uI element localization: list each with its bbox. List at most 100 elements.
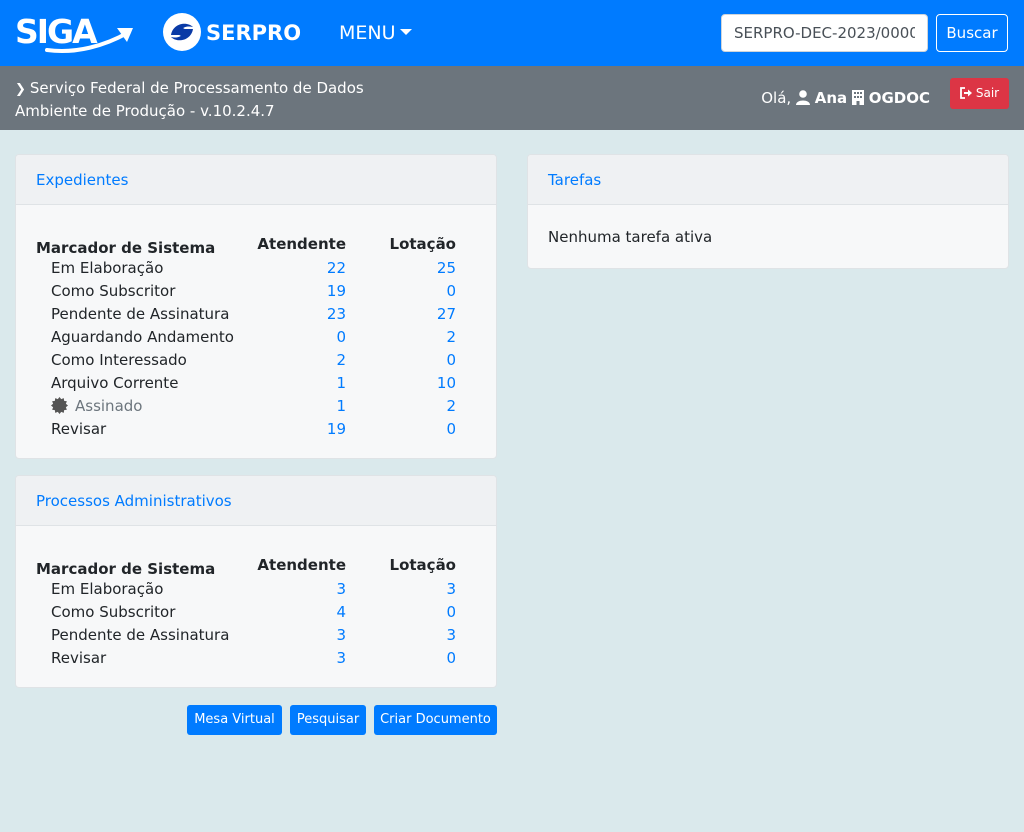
- marcador-label-text: Como Subscritor: [51, 603, 176, 621]
- atendente-count-link[interactable]: 23: [327, 303, 346, 326]
- table-row: Revisar 19 0: [36, 418, 476, 441]
- table-row: Em Elaboração 22 25: [36, 257, 476, 280]
- user-icon: [795, 90, 810, 105]
- menu-label: MENU: [339, 22, 396, 44]
- lotacao-count-link[interactable]: 3: [446, 624, 456, 647]
- atendente-count-link[interactable]: 22: [327, 257, 346, 280]
- table-row: Em Elaboração 3 3: [36, 578, 476, 601]
- table-row: Arquivo Corrente 1 10: [36, 372, 476, 395]
- lotacao-count-link[interactable]: 0: [446, 418, 456, 441]
- table-row: Como Interessado 2 0: [36, 349, 476, 372]
- expedientes-card-title[interactable]: Expedientes: [16, 155, 496, 205]
- marcador-label: Revisar: [51, 647, 106, 670]
- atendente-count-link[interactable]: 0: [336, 326, 346, 349]
- tarefas-card: Tarefas Nenhuma tarefa ativa: [527, 154, 1009, 269]
- caret-down-icon: [399, 28, 412, 35]
- search-button[interactable]: Buscar: [936, 14, 1008, 52]
- marcador-label: Em Elaboração: [51, 578, 163, 601]
- marcador-label: Arquivo Corrente: [51, 372, 178, 395]
- marcador-label-text: Assinado: [75, 397, 143, 415]
- lotacao-count-link[interactable]: 0: [446, 647, 456, 670]
- atendente-count-link[interactable]: 19: [327, 280, 346, 303]
- atendente-count-link[interactable]: 3: [336, 647, 346, 670]
- logout-button[interactable]: Sair: [950, 78, 1009, 109]
- marcador-label: Pendente de Assinatura: [51, 303, 229, 326]
- atendente-count-link[interactable]: 1: [336, 395, 346, 418]
- marcador-label: Em Elaboração: [51, 257, 163, 280]
- marcador-label-text: Revisar: [51, 649, 107, 667]
- lotacao-count-link[interactable]: 2: [446, 326, 456, 349]
- processos-card: Processos Administrativos Marcador de Si…: [15, 475, 497, 688]
- table-row: Como Subscritor 19 0: [36, 280, 476, 303]
- marcador-label-text: Em Elaboração: [51, 259, 164, 277]
- lotacao-count-link[interactable]: 25: [437, 257, 456, 280]
- atendente-count-link[interactable]: 1: [336, 372, 346, 395]
- main-menu-dropdown[interactable]: MENU: [339, 20, 412, 46]
- table-header: Marcador de Sistema Atendente Lotação: [36, 231, 476, 257]
- column-header-atendente: Atendente: [257, 235, 346, 253]
- marcador-label-text: Arquivo Corrente: [51, 374, 179, 392]
- marcador-label-text: Pendente de Assinatura: [51, 305, 230, 323]
- table-row: Revisar 3 0: [36, 647, 476, 670]
- siga-arrow-icon: [45, 28, 133, 54]
- lotacao-count-link[interactable]: 3: [446, 578, 456, 601]
- lotacao-count-link[interactable]: 0: [446, 349, 456, 372]
- organization-label: Serviço Federal de Processamento de Dado…: [29, 79, 364, 97]
- atendente-count-link[interactable]: 3: [336, 624, 346, 647]
- chevron-right-icon: ❯: [15, 82, 26, 97]
- atendente-count-link[interactable]: 3: [336, 578, 346, 601]
- tarefas-card-title[interactable]: Tarefas: [528, 155, 1008, 205]
- marcador-label-text: Em Elaboração: [51, 580, 164, 598]
- table-row: Pendente de Assinatura 23 27: [36, 303, 476, 326]
- pesquisar-button[interactable]: Pesquisar: [290, 705, 366, 735]
- mesa-virtual-button[interactable]: Mesa Virtual: [187, 705, 282, 735]
- lotacao-count-link[interactable]: 10: [437, 372, 456, 395]
- certificate-seal-icon: [51, 397, 68, 414]
- lotacao-count-link[interactable]: 0: [446, 280, 456, 303]
- expedientes-card: Expedientes Marcador de Sistema Atendent…: [15, 154, 497, 459]
- atendente-count-link[interactable]: 2: [336, 349, 346, 372]
- logout-label: Sair: [975, 86, 1000, 100]
- table-row: Aguardando Andamento 0 2: [36, 326, 476, 349]
- marcador-label-text: Como Subscritor: [51, 282, 176, 300]
- expedientes-rows: Em Elaboração 22 25 Como Subscritor 19 0 Pende…: [36, 257, 476, 441]
- serpro-logo-text: SERPRO: [206, 21, 302, 45]
- column-header-lotacao: Lotação: [389, 556, 456, 574]
- user-name[interactable]: Ana: [815, 89, 847, 107]
- serpro-logo-icon: [163, 13, 201, 51]
- lotacao-count-link[interactable]: 27: [437, 303, 456, 326]
- processos-table: Marcador de Sistema Atendente Lotação Em…: [16, 526, 496, 670]
- lotacao-count-link[interactable]: 0: [446, 601, 456, 624]
- environment-label: Ambiente de Produção - v.10.2.4.7: [15, 102, 275, 120]
- greeting-text: Olá,: [761, 89, 792, 107]
- atendente-count-link[interactable]: 19: [327, 418, 346, 441]
- processos-rows: Em Elaboração 3 3 Como Subscritor 4 0 Pendente…: [36, 578, 476, 670]
- column-header-lotacao: Lotação: [389, 235, 456, 253]
- lotacao-name[interactable]: OGDOC: [869, 89, 930, 107]
- marcador-label: Como Subscritor: [51, 601, 175, 624]
- lotacao-count-link[interactable]: 2: [446, 395, 456, 418]
- siga-logo[interactable]: SIGA: [15, 10, 137, 54]
- serpro-logo: SERPRO: [163, 13, 303, 53]
- marcador-label: Assinado: [51, 395, 142, 418]
- column-header-atendente: Atendente: [257, 556, 346, 574]
- marcador-label: Revisar: [51, 418, 106, 441]
- criar-documento-button[interactable]: Criar Documento: [374, 705, 497, 735]
- processos-card-title[interactable]: Processos Administrativos: [16, 476, 496, 526]
- marcador-label-text: Aguardando Andamento: [51, 328, 234, 346]
- top-navbar: SIGA SERPRO MENU Buscar: [0, 0, 1024, 66]
- document-search-input[interactable]: [721, 14, 928, 52]
- table-row: Pendente de Assinatura 3 3: [36, 624, 476, 647]
- atendente-count-link[interactable]: 4: [336, 601, 346, 624]
- table-row: Assinado 1 2: [36, 395, 476, 418]
- organization-name: ❯ Serviço Federal de Processamento de Dad…: [15, 78, 364, 100]
- marcador-label-text: Pendente de Assinatura: [51, 626, 230, 644]
- table-header: Marcador de Sistema Atendente Lotação: [36, 552, 476, 578]
- marcador-label: Como Interessado: [51, 349, 187, 372]
- table-row: Como Subscritor 4 0: [36, 601, 476, 624]
- marcador-label: Pendente de Assinatura: [51, 624, 229, 647]
- marcador-label: Aguardando Andamento: [51, 326, 234, 349]
- expedientes-table: Marcador de Sistema Atendente Lotação Em…: [16, 205, 496, 441]
- marcador-label: Como Subscritor: [51, 280, 175, 303]
- building-icon: [851, 90, 864, 105]
